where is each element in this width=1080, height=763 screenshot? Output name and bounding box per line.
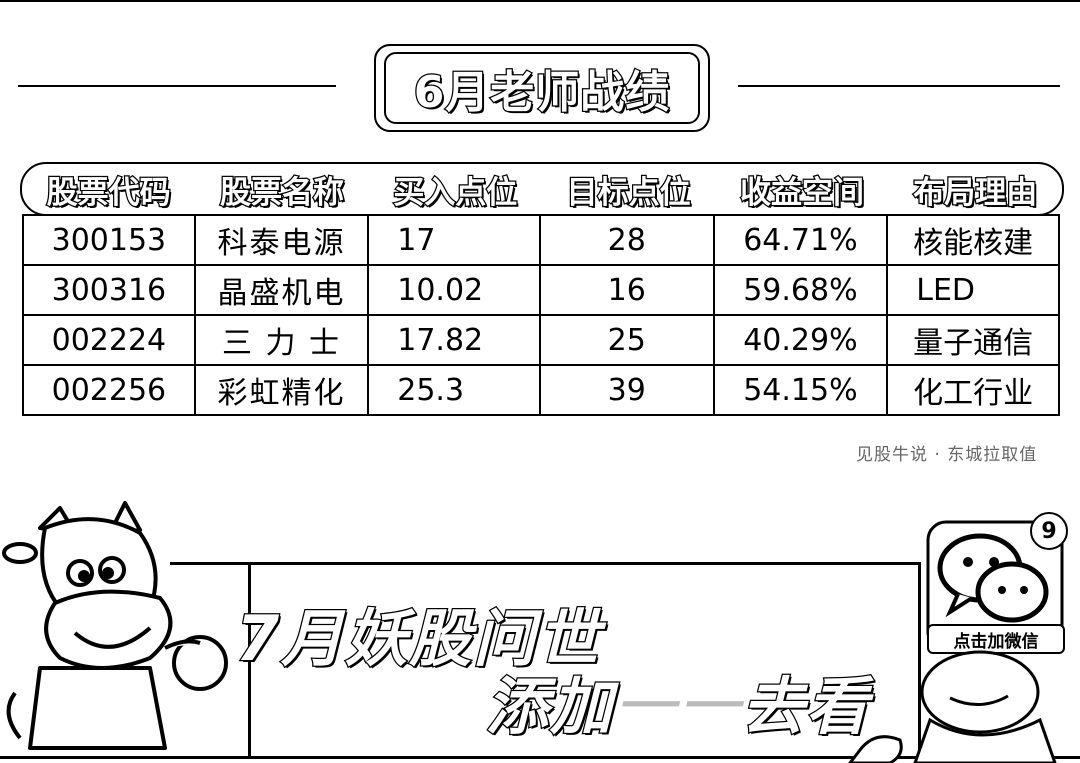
cell-code: 002256	[22, 364, 196, 416]
cell-profit: 59.68%	[712, 264, 889, 316]
cell-buy: 17	[367, 214, 542, 266]
cell-name: 三 力 士	[193, 314, 370, 366]
source-watermark: 见股牛说 · 东城拉取值	[856, 445, 1038, 465]
header-target-point: 目标点位	[565, 173, 692, 212]
cell-reason: 化工行业	[886, 364, 1060, 416]
header-buy-point: 买入点位	[392, 173, 519, 212]
title-rule-right	[738, 85, 1060, 87]
cell-name: 彩虹精化	[193, 364, 370, 416]
cell-buy: 25.3	[367, 364, 542, 416]
cell-reason: 核能核建	[886, 214, 1060, 266]
cell-target: 39	[539, 364, 715, 416]
promo-subline[interactable]: 添加一一去看	[485, 656, 870, 746]
cell-code: 002224	[22, 314, 196, 366]
table-row: 300153 科泰电源 17 28 64.71% 核能核建	[22, 214, 1060, 266]
header-profit-space: 收益空间	[739, 173, 866, 212]
cell-profit: 40.29%	[712, 314, 889, 366]
cell-name: 科泰电源	[193, 214, 370, 266]
cell-reason: LED	[886, 264, 1060, 316]
promo-add-text: 添加	[485, 669, 615, 745]
page-badge: 9	[1030, 512, 1068, 550]
table-row: 002256 彩虹精化 25.3 39 54.15% 化工行业	[22, 364, 1060, 416]
table-header: 股票代码 股票名称 买入点位 目标点位 收益空间 布局理由	[20, 162, 1064, 216]
cell-target: 16	[539, 264, 715, 316]
table-row: 300316 晶盛机电 10.02 16 59.68% LED	[22, 264, 1060, 316]
cell-profit: 64.71%	[712, 214, 889, 266]
promo-obscured-text: 一一	[614, 670, 743, 743]
header-stock-code: 股票代码	[45, 173, 172, 212]
title-panel: 6月老师战绩	[384, 52, 700, 124]
header-stock-name: 股票名称	[219, 173, 346, 212]
performance-table: 300153 科泰电源 17 28 64.71% 核能核建 300316 晶盛机…	[22, 214, 1060, 416]
cell-reason: 量子通信	[886, 314, 1060, 366]
title-rule-left	[18, 85, 336, 87]
cell-code: 300153	[22, 214, 196, 266]
cell-name: 晶盛机电	[193, 264, 370, 316]
cell-code: 300316	[22, 264, 196, 316]
cell-target: 25	[539, 314, 715, 366]
header-reason: 布局理由	[912, 173, 1039, 212]
cow-mascot-icon	[2, 501, 228, 750]
cell-buy: 17.82	[367, 314, 542, 366]
person-illustration-icon	[848, 650, 1057, 763]
cell-target: 28	[539, 214, 715, 266]
top-border	[0, 0, 1080, 2]
cell-buy: 10.02	[367, 264, 542, 316]
banner-frame-top	[170, 562, 920, 565]
page-title: 6月老师战绩	[412, 66, 671, 120]
cell-profit: 54.15%	[712, 364, 889, 416]
table-row: 002224 三 力 士 17.82 25 40.29% 量子通信	[22, 314, 1060, 366]
